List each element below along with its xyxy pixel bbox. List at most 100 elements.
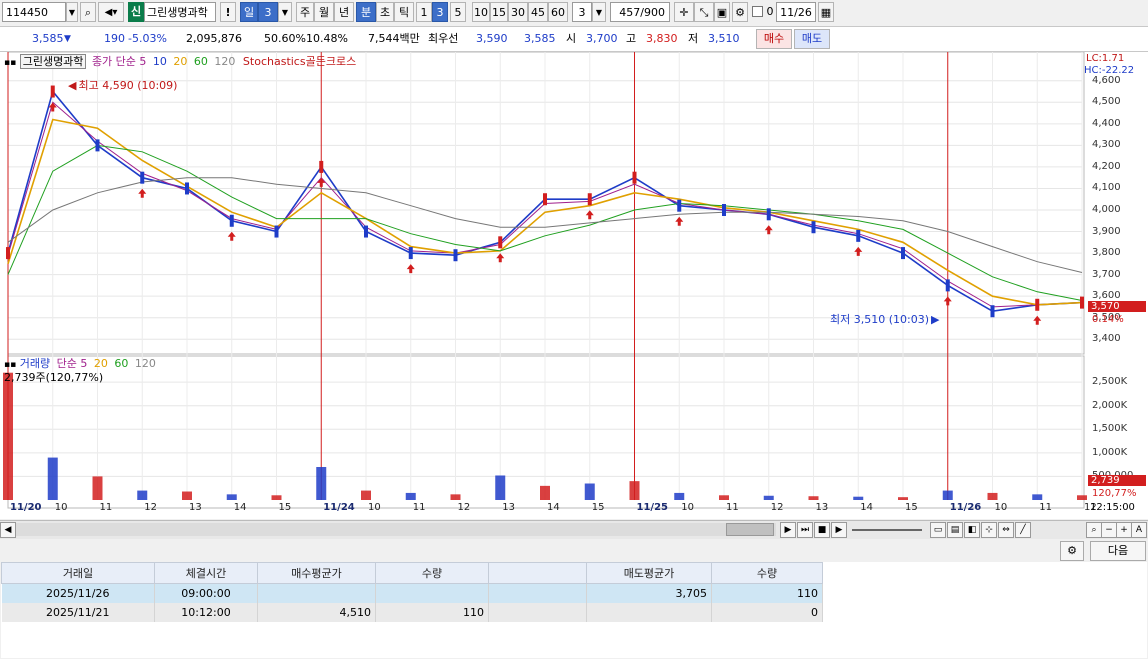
x-axis-date-label: 11/20 [10,502,42,513]
header-sell-avg[interactable]: 매도평균가 [586,562,712,584]
volume-bar [226,494,237,500]
interval-5[interactable]: 5 [450,2,466,22]
volume-bar [719,495,729,500]
interval-45[interactable]: 45 [528,2,548,22]
high-marker-label: ◀ 최고 4,590 (10:09) [68,79,178,92]
overlay-icon[interactable]: ◧ [964,522,980,538]
save-icon[interactable]: ▣ [714,2,730,22]
date-field[interactable]: 11/26 [776,2,816,22]
price-candle [901,247,905,260]
split-icon[interactable]: ▤ [947,522,963,538]
period-minute-button[interactable]: 분 [356,2,376,22]
stock-code-dropdown[interactable]: ▼ [66,2,78,22]
zoom-reset-icon[interactable]: ⇔ [998,522,1014,538]
period-month-button[interactable]: 월 [314,2,334,22]
scrollbar-thumb[interactable] [726,523,774,536]
next-button[interactable]: 다음 [1090,541,1146,561]
price-axis-tick: 4,200 [1092,160,1121,172]
volume-bar [316,467,327,500]
stop-button[interactable]: ■ [814,522,830,538]
calendar-icon[interactable]: ▦ [818,2,834,22]
panel-toggle-icon[interactable]: ▪▪ [4,58,16,68]
header-buy-avg[interactable]: 매수평균가 [257,562,376,584]
volume-bar [584,483,595,500]
scroll-right-button[interactable]: ▶ [780,522,796,538]
table-row[interactable]: 2025/11/21 10:12:00 4,510 110 0 [1,603,823,622]
zoom-in-icon[interactable]: + [1116,522,1132,538]
price-candle [1080,296,1084,309]
gear-icon[interactable]: ⚙ [732,2,748,22]
cell-buy-qty [375,583,489,603]
volume-bar [137,490,148,500]
header-exec-time[interactable]: 체결시간 [154,562,258,584]
x-axis-date-label: 11/25 [636,502,668,513]
sell-button[interactable]: 매도 [794,29,830,49]
cell-date: 2025/11/21 [1,603,155,622]
x-axis-hour-label: 11 [99,502,113,513]
header-trade-date[interactable]: 거래일 [1,562,155,584]
buy-button[interactable]: 매수 [756,29,792,49]
cell-sell-avg: 3,705 [586,583,712,603]
stock-name-field[interactable]: 그린생명과학 [144,2,216,22]
price-panel-name[interactable]: 그린생명과학 [19,54,87,69]
play-button[interactable]: ▶ [831,522,847,538]
x-axis-hour-label: 14 [860,502,873,513]
chart-area[interactable]: ▪▪ 그린생명과학 종가 단순 5 10 20 60 120 Stochasti… [0,52,1148,519]
price-candle [229,214,234,227]
volume-bar [987,492,998,500]
cell-buy-avg [257,583,376,603]
draw-line-icon[interactable]: ╱ [1015,522,1031,538]
trade-history-table: 거래일 체결시간 매수평균가 수량 매도평균가 수량 2025/11/26 09… [1,562,823,622]
options-checkbox[interactable] [752,6,763,17]
zoom-slider[interactable] [852,529,922,531]
alert-button[interactable]: ! [220,2,236,22]
period-year-button[interactable]: 년 [334,2,354,22]
volume-bar [1077,495,1087,500]
period-num-button[interactable]: 3 [258,2,278,22]
layout-icon[interactable]: ▭ [930,522,946,538]
scroll-left-button[interactable]: ◀ [0,522,16,538]
count-field[interactable]: 457/900 [610,2,670,22]
stock-code-input[interactable]: 114450 [2,2,66,22]
magnify-icon[interactable]: ⌕ [1086,522,1102,538]
crosshair-tool-icon[interactable]: ⊹ [981,522,997,538]
settings-gear-button[interactable]: ⚙ [1060,541,1084,561]
interval-select-arrow[interactable]: ▼ [592,2,606,22]
x-axis-hour-label: 15 [278,502,292,513]
interval-30[interactable]: 30 [508,2,528,22]
volume-bar [853,496,864,500]
price-candle [274,225,279,238]
price-volume-chart[interactable] [0,52,1148,519]
period-week-button[interactable]: 주 [296,2,314,22]
interval-60[interactable]: 60 [548,2,568,22]
golden-cross-arrow-icon [138,188,147,198]
header-sell-qty[interactable]: 수량 [711,562,823,584]
font-size-icon[interactable]: A [1131,522,1147,538]
period-num-dropdown[interactable]: ▼ [278,2,292,22]
price-candle [856,229,861,242]
ma-period-5: 5 [139,55,147,68]
interval-10[interactable]: 10 [472,2,490,22]
interval-1[interactable]: 1 [416,2,432,22]
period-tick-button[interactable]: 틱 [394,2,414,22]
period-second-button[interactable]: 초 [376,2,394,22]
period-day-button[interactable]: 일 [240,2,258,22]
low-marker-label: 최저 3,510 (10:03) ▶ [830,311,939,327]
golden-cross-arrow-icon [317,177,326,187]
x-axis-hour-label: 11 [412,502,426,513]
horizontal-scrollbar[interactable] [16,523,776,536]
search-icon[interactable]: ⌕ [80,2,96,22]
interval-select[interactable]: 3 [572,2,592,22]
crosshair-icon[interactable]: ✛ [674,2,694,22]
x-axis-hour-label: 11 [726,502,739,513]
zoom-out-icon[interactable]: − [1101,522,1117,538]
header-buy-qty[interactable]: 수량 [375,562,489,584]
speaker-icon[interactable]: ◀▾ [98,2,124,22]
golden-cross-arrow-icon [227,231,236,241]
table-row[interactable]: 2025/11/26 09:00:00 3,705 110 [1,583,823,603]
down-arrow-icon: ▼ [64,34,71,44]
jump-end-button[interactable]: ⏭ [797,522,813,538]
draw-tools-icon[interactable]: ⤡ [694,2,714,22]
interval-15[interactable]: 15 [490,2,508,22]
interval-3[interactable]: 3 [432,2,448,22]
